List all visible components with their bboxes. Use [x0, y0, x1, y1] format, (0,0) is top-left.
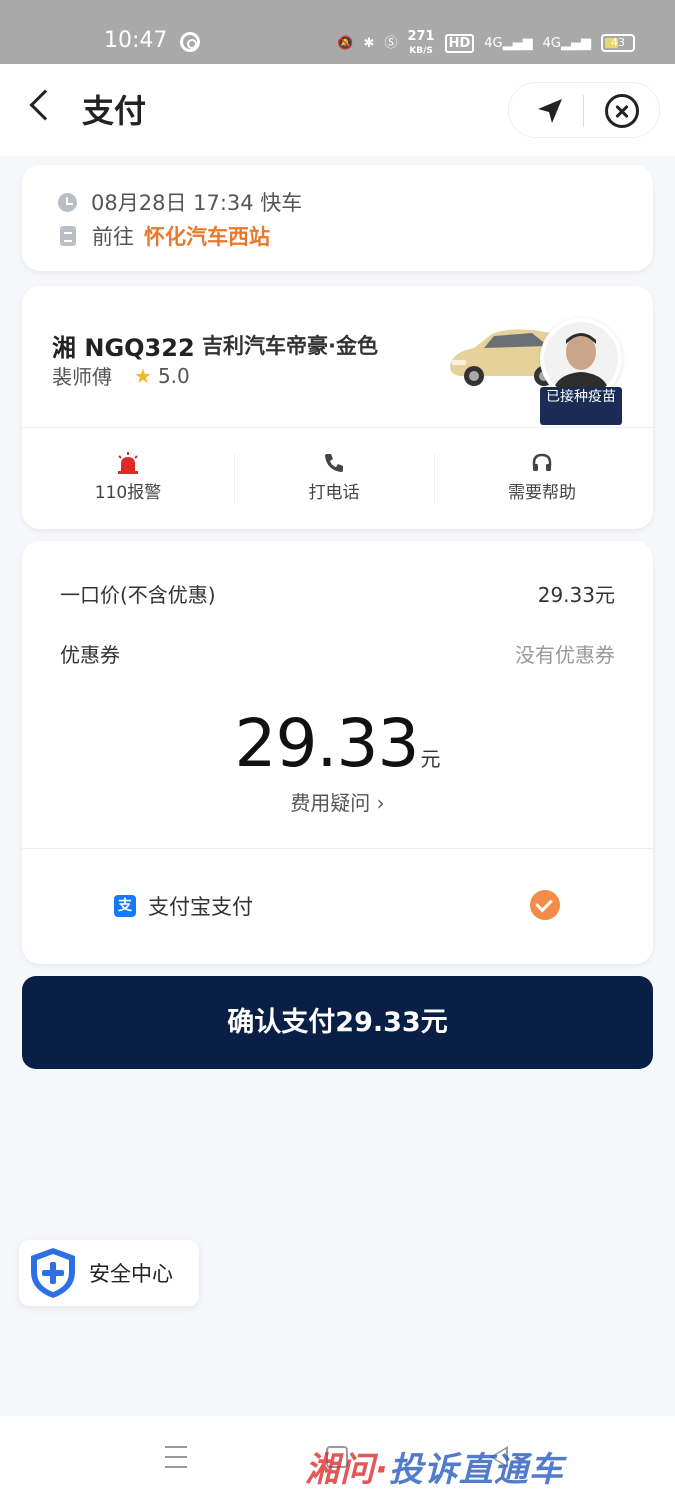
trip-info-card: 08月28日 17:34 快车 前往 怀化汽车西站: [22, 165, 653, 271]
alarm-icon: [118, 452, 138, 474]
fee-question-link[interactable]: 费用疑问 ›: [22, 787, 653, 816]
fixed-price-value: 29.33元: [537, 583, 615, 607]
to-label: 前往: [92, 225, 134, 249]
destination-name: 怀化汽车西站: [144, 225, 270, 249]
car-model: 吉利汽车帝豪·金色: [202, 334, 378, 358]
need-help-button[interactable]: 需要帮助: [442, 452, 642, 503]
watermark-part1: 湘问·: [305, 1450, 389, 1490]
alipay-option[interactable]: 支 支付宝支付: [114, 891, 253, 921]
status-time: 10:47: [104, 28, 168, 53]
total-amount: 29.33 元: [22, 705, 653, 782]
fixed-price-row: 一口价(不含优惠) 29.33元: [60, 579, 615, 608]
driver-card: 湘 NGQ322 吉利汽车帝豪·金色 裴师傅 ★ 5.0 已接种疫苗 110报警: [22, 286, 653, 529]
license-plate: 湘 NGQ322: [52, 334, 195, 362]
signal-2-label: 4G: [542, 35, 561, 51]
selected-check-icon[interactable]: [530, 890, 560, 920]
page-title: 支付: [82, 92, 147, 130]
alipay-icon: 支: [114, 895, 136, 917]
network-speed-value: 271: [407, 29, 435, 44]
driver-name: 裴师傅: [52, 365, 112, 389]
signal-2: 4G▂▄▆: [542, 35, 591, 51]
signal-1-label: 4G: [484, 35, 503, 51]
back-arrow-icon[interactable]: [29, 89, 61, 121]
status-icons: 🔕 ✱ Ⓢ 271 KB/S HD 4G▂▄▆ 4G▂▄▆ 43: [337, 30, 635, 56]
shield-plus-icon: [31, 1248, 75, 1298]
driver-photo-icon: [544, 322, 618, 396]
alarm-label: 110报警: [94, 483, 162, 503]
clock-icon: [58, 192, 77, 212]
phone-icon: [325, 454, 343, 472]
total-amount-unit: 元: [420, 747, 441, 771]
menu-icon[interactable]: [165, 1446, 187, 1468]
navigation-arrow-icon[interactable]: [536, 97, 564, 125]
signal-1: 4G▂▄▆: [484, 35, 533, 51]
hd-badge: HD: [444, 33, 475, 53]
total-amount-number: 29.33: [234, 705, 420, 782]
help-label: 需要帮助: [508, 483, 576, 503]
close-circle-icon[interactable]: [605, 94, 639, 128]
trip-datetime: 08月28日 17:34 快车: [91, 191, 303, 215]
vaccine-badge: 已接种疫苗: [540, 387, 622, 425]
safety-center-label: 安全中心: [89, 1262, 173, 1286]
alarm-110-button[interactable]: 110报警: [28, 452, 228, 503]
star-icon: ★: [134, 363, 152, 388]
fixed-price-label: 一口价(不含优惠): [60, 583, 216, 607]
coupon-value: 没有优惠券: [515, 643, 615, 667]
network-speed: 271 KB/S: [407, 30, 434, 56]
coupon-label: 优惠券: [60, 643, 120, 667]
app-notification-icon: [180, 32, 200, 52]
driver-rating: 5.0: [157, 363, 190, 388]
destination-icon: [60, 226, 76, 246]
battery-level: 43: [611, 36, 625, 49]
status-bar: 10:47 🔕 ✱ Ⓢ 271 KB/S HD 4G▂▄▆ 4G▂▄▆ 43: [0, 0, 675, 64]
confirm-pay-button[interactable]: 确认支付29.33元: [22, 976, 653, 1069]
call-label: 打电话: [308, 483, 360, 503]
network-speed-unit: KB/S: [409, 46, 433, 56]
payment-card: 一口价(不含优惠) 29.33元 优惠券 没有优惠券 29.33 元 费用疑问 ›…: [22, 541, 653, 964]
safety-center-button[interactable]: 安全中心: [19, 1240, 199, 1306]
call-driver-button[interactable]: 打电话: [234, 452, 434, 503]
coupon-row[interactable]: 优惠券 没有优惠券: [60, 639, 615, 668]
trip-destination-row: 前往 怀化汽车西站: [58, 221, 270, 251]
shield-status-icon: Ⓢ: [384, 35, 398, 51]
page-header: 支付: [0, 64, 675, 156]
watermark-part2: 投诉直通车: [388, 1450, 564, 1490]
alipay-label: 支付宝支付: [148, 895, 253, 919]
battery-icon: 43: [601, 34, 635, 52]
trip-time-row: 08月28日 17:34 快车: [58, 187, 302, 217]
driver-info: 裴师傅 ★ 5.0: [52, 361, 190, 390]
mute-icon: 🔕: [337, 35, 354, 51]
header-capsule: [508, 82, 660, 138]
bluetooth-icon: ✱: [363, 35, 375, 51]
watermark: 湘问·投诉直通车: [305, 1442, 564, 1491]
headset-icon: [532, 453, 552, 471]
